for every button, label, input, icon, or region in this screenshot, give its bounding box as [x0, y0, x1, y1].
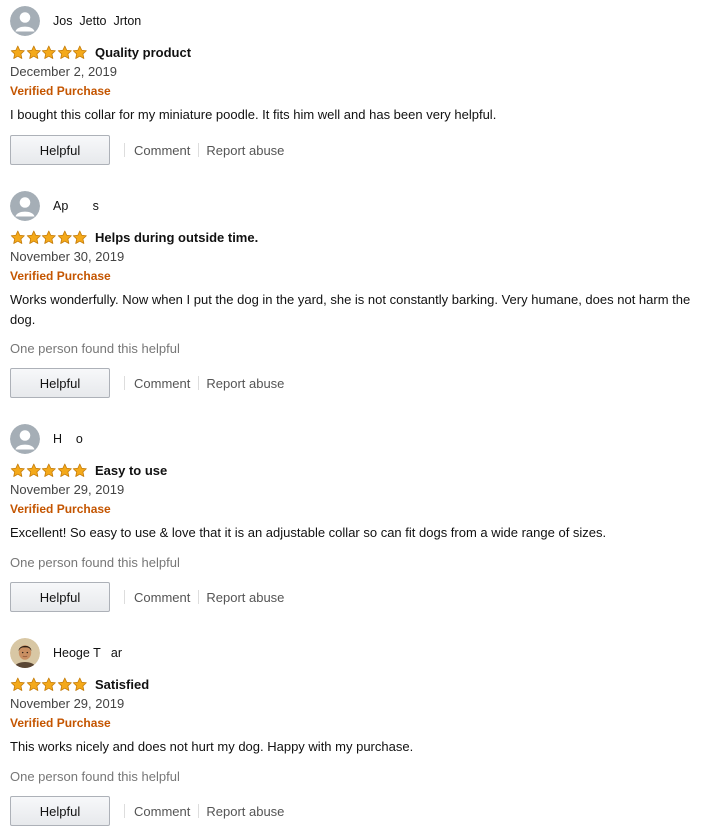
report-abuse-link[interactable]: Report abuse: [206, 376, 284, 391]
review-date: November 30, 2019: [10, 249, 125, 264]
review-date: November 29, 2019: [10, 696, 125, 711]
action-divider: [198, 376, 200, 390]
review-date: December 2, 2019: [10, 64, 117, 79]
review-title-row: Quality product: [10, 44, 191, 60]
star-rating[interactable]: [10, 462, 88, 478]
reviewer-name[interactable]: Ap s: [53, 199, 99, 213]
star-icon: [73, 45, 88, 59]
review-body: Excellent! So easy to use & love that it…: [10, 525, 607, 540]
comment-link[interactable]: Comment: [134, 804, 190, 819]
review-date: November 29, 2019: [10, 482, 125, 497]
helpful-button[interactable]: Helpful: [10, 796, 110, 826]
report-abuse-link[interactable]: Report abuse: [206, 143, 284, 158]
action-divider: [124, 376, 125, 390]
star-icon: [26, 45, 41, 59]
star-icon: [26, 677, 41, 691]
action-divider: [124, 590, 125, 604]
star-icon: [42, 677, 56, 691]
verified-purchase-badge[interactable]: Verified Purchase: [10, 716, 111, 730]
reviewer-name[interactable]: Jos Jetto Jrton: [53, 14, 141, 28]
helpful-button[interactable]: Helpful: [10, 582, 110, 612]
star-rating[interactable]: [10, 676, 88, 692]
star-icon: [10, 463, 25, 477]
star-icon: [10, 230, 25, 244]
helpful-count: One person found this helpful: [10, 555, 180, 570]
action-divider: [198, 143, 200, 157]
report-abuse-link[interactable]: Report abuse: [206, 804, 284, 819]
reviewer-profile[interactable]: Heoge T ar: [10, 636, 122, 670]
reviewer-profile[interactable]: H o: [10, 422, 83, 456]
verified-purchase-badge[interactable]: Verified Purchase: [10, 84, 111, 98]
star-icon: [73, 463, 88, 477]
comment-link[interactable]: Comment: [134, 590, 190, 605]
helpful-button[interactable]: Helpful: [10, 368, 110, 398]
review-title[interactable]: Satisfied: [95, 677, 149, 692]
reviewer-profile[interactable]: Jos Jetto Jrton: [10, 4, 141, 38]
reviews-list: Jos Jetto Jrton Quality product December…: [0, 0, 704, 826]
star-icon: [26, 230, 41, 244]
default-avatar-icon: [10, 424, 40, 454]
star-icon: [73, 230, 88, 244]
review-title-row: Helps during outside time.: [10, 229, 258, 245]
review-title-row: Satisfied: [10, 676, 149, 692]
reviewer-name[interactable]: Heoge T ar: [53, 646, 122, 660]
review-actions: Helpful Comment Report abuse: [10, 796, 284, 826]
star-icon: [57, 230, 72, 244]
comment-link[interactable]: Comment: [134, 376, 190, 391]
star-icon: [42, 230, 56, 244]
star-icon: [57, 463, 72, 477]
star-icon: [57, 677, 72, 691]
review-title[interactable]: Helps during outside time.: [95, 230, 258, 245]
star-icon: [10, 677, 25, 691]
action-divider: [124, 143, 125, 157]
review-title[interactable]: Easy to use: [95, 463, 167, 478]
action-divider: [198, 804, 200, 818]
review-actions: Helpful Comment Report abuse: [10, 135, 284, 165]
helpful-count: One person found this helpful: [10, 769, 180, 784]
reviewer-profile[interactable]: Ap s: [10, 189, 99, 223]
star-icon: [73, 677, 88, 691]
comment-link[interactable]: Comment: [134, 143, 190, 158]
star-icon: [42, 463, 56, 477]
star-rating[interactable]: [10, 229, 88, 245]
star-icon: [42, 45, 56, 59]
star-icon: [26, 463, 41, 477]
verified-purchase-badge[interactable]: Verified Purchase: [10, 502, 111, 516]
review-actions: Helpful Comment Report abuse: [10, 368, 284, 398]
default-avatar-icon: [10, 191, 40, 221]
star-rating[interactable]: [10, 44, 88, 60]
verified-purchase-badge[interactable]: Verified Purchase: [10, 269, 111, 283]
review-title[interactable]: Quality product: [95, 45, 191, 60]
helpful-button[interactable]: Helpful: [10, 135, 110, 165]
review-body: Works wonderfully. Now when I put the do…: [10, 292, 691, 327]
report-abuse-link[interactable]: Report abuse: [206, 590, 284, 605]
helpful-count: One person found this helpful: [10, 341, 180, 356]
star-icon: [57, 45, 72, 59]
review-body: This works nicely and does not hurt my d…: [10, 739, 414, 754]
review-title-row: Easy to use: [10, 462, 167, 478]
reviewer-name[interactable]: H o: [53, 432, 83, 446]
action-divider: [124, 804, 125, 818]
review-body: I bought this collar for my miniature po…: [10, 107, 497, 122]
default-avatar-icon: [10, 6, 40, 36]
review-actions: Helpful Comment Report abuse: [10, 582, 284, 612]
profile-photo-avatar: [10, 638, 40, 668]
star-icon: [10, 45, 25, 59]
action-divider: [198, 590, 200, 604]
